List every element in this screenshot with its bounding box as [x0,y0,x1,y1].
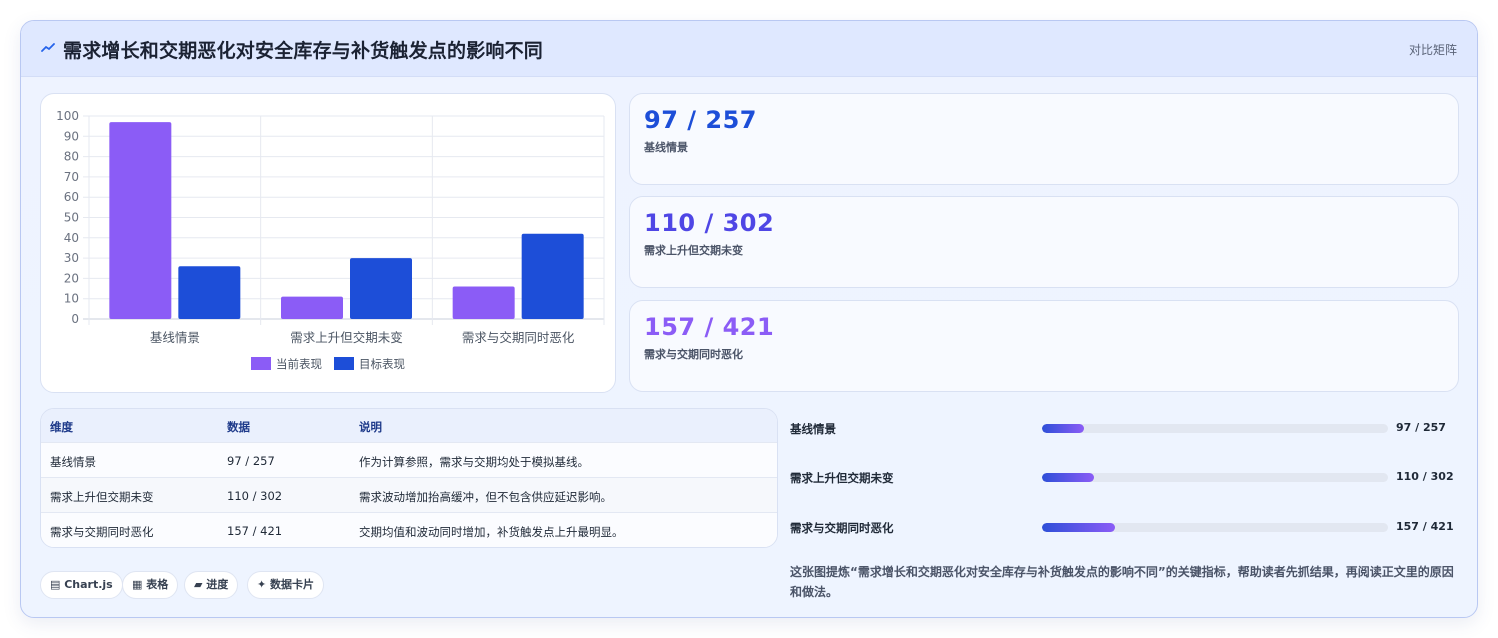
progress-value: 110 / 302 [1396,470,1454,483]
progress-fill [1042,473,1094,482]
comparison-panel: 需求增长和交期恶化对安全库存与补货触发点的影响不同 对比矩阵 0 10 20 30 40… [20,20,1478,618]
chip-chartjs: ▤ Chart.js [40,571,123,599]
progress-track [1042,473,1388,482]
kpi-card-demand-up: 110 / 302 需求上升但交期未变 [629,196,1459,288]
kpi-value: 97 / 257 [644,106,757,134]
progress-track [1042,523,1388,532]
kpi-value: 110 / 302 [644,209,775,237]
y-tick-label: 40 [64,231,79,245]
y-tick-label: 100 [56,109,79,123]
y-tick-label: 30 [64,251,79,265]
progress-label: 基线情景 [790,422,836,436]
panel-header: 需求增长和交期恶化对安全库存与补货触发点的影响不同 对比矩阵 [21,21,1477,77]
progress-row-baseline: 基线情景 97 / 257 [790,419,1460,439]
table-header-cell: 说明 [359,420,382,434]
kpi-label: 需求与交期同时恶化 [644,348,743,361]
legend-swatch [334,357,354,370]
table-cell: 需求上升但交期未变 [50,490,154,504]
kpi-label: 需求上升但交期未变 [644,244,743,257]
bar-chart: 0 10 20 30 40 50 60 70 80 90 100 基线情景 需求上升但交期未变 需求与交… [56,109,605,371]
data-table: 维度 数据 说明 基线情景 97 / 257 作为计算参照，需求与交期均处于模拟… [40,408,778,548]
table-header-cell: 维度 [50,420,73,434]
table-header-row: 维度 数据 说明 [41,409,777,442]
table-cell: 110 / 302 [227,489,283,503]
progress-track [1042,424,1388,433]
bar-chart-card: 0 10 20 30 40 50 60 70 80 90 100 基线情景 需求上升但交期未变 需求与交… [40,93,616,393]
progress-fill [1042,523,1115,532]
chip-data-card: ✦ 数据卡片 [247,571,325,599]
y-tick-label: 10 [64,292,79,306]
progress-row-both-worse: 需求与交期同时恶化 157 / 421 [790,518,1460,538]
table-row: 需求与交期同时恶化 157 / 421 交期均值和波动同时增加，补货触发点上升最… [41,512,777,547]
y-tick-label: 90 [64,129,79,143]
x-tick-label: 需求与交期同时恶化 [462,330,575,345]
progress-row-demand-up: 需求上升但交期未变 110 / 302 [790,468,1460,488]
summary-note: 这张图提炼“需求增长和交期恶化对安全库存与补货触发点的影响不同”的关键指标，帮助… [790,565,1454,599]
legend-label: 目标表现 [359,357,405,371]
bar-current [281,296,343,319]
chip-table: ▦ 表格 [122,571,179,599]
kpi-card-both-worse: 157 / 421 需求与交期同时恶化 [629,300,1459,392]
page-title: 需求增长和交期恶化对安全库存与补货触发点的影响不同 [63,40,544,62]
y-tick-label: 70 [64,170,79,184]
y-tick-label: 80 [64,150,79,164]
table-cell: 需求与交期同时恶化 [50,525,154,539]
y-tick-label: 20 [64,271,79,285]
legend-label: 当前表现 [276,357,322,371]
table-cell: 作为计算参照，需求与交期均处于模拟基线。 [359,455,589,469]
bar-target [521,233,584,319]
kpi-card-baseline: 97 / 257 基线情景 [629,93,1459,185]
kpi-label: 基线情景 [644,141,688,154]
x-tick-label: 基线情景 [150,330,200,345]
table-cell: 97 / 257 [227,454,275,468]
progress-value: 97 / 257 [1396,421,1446,434]
table-cell: 157 / 421 [227,524,283,538]
progress-fill [1042,424,1084,433]
chip-progress: ▰ 进度 [184,571,239,599]
bar-target [178,266,241,319]
table-header-cell: 数据 [227,420,250,434]
y-tick-label: 60 [64,190,79,204]
table-row: 基线情景 97 / 257 作为计算参照，需求与交期均处于模拟基线。 [41,442,777,477]
x-tick-label: 需求上升但交期未变 [290,330,403,345]
chart-type-label: 对比矩阵 [1408,43,1457,57]
table-cell: 交期均值和波动同时增加，补货触发点上升最明显。 [359,525,624,539]
y-tick-label: 0 [71,312,79,326]
bar-target [350,258,412,319]
progress-value: 157 / 421 [1396,520,1454,533]
progress-label: 需求与交期同时恶化 [790,521,894,535]
progress-label: 需求上升但交期未变 [790,471,894,485]
trend-icon [41,43,55,52]
bar-current [109,122,172,319]
bar-current [452,286,515,319]
y-tick-label: 50 [64,211,79,225]
kpi-value: 157 / 421 [644,313,775,341]
table-cell: 需求波动增加抬高缓冲，但不包含供应延迟影响。 [359,490,612,504]
table-cell: 基线情景 [50,455,96,469]
table-row: 需求上升但交期未变 110 / 302 需求波动增加抬高缓冲，但不包含供应延迟影… [41,477,777,512]
legend-swatch [251,357,271,370]
